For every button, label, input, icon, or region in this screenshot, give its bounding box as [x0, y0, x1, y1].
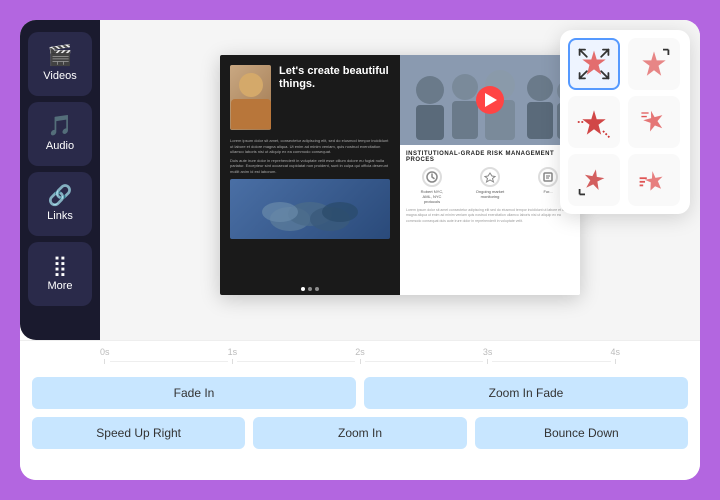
ruler-mark-0s: 0s — [100, 347, 110, 364]
ruler-label-4s: 4s — [611, 347, 621, 357]
timeline-area: 0s 1s 2s 3s — [20, 340, 700, 480]
ruler-numbers: 0s 1s 2s 3s — [100, 347, 620, 364]
sidebar-item-audio-label: Audio — [46, 140, 74, 152]
magazine-body2: Duis aute irure dolor in reprehenderit i… — [230, 158, 390, 175]
buttons-row-1: Fade In Zoom In Fade — [20, 369, 700, 417]
info-label-1: Robert NYC,AML, NYCprotocols — [421, 189, 444, 204]
links-icon: 🔗 — [48, 186, 73, 206]
info-item-1: Robert NYC,AML, NYCprotocols — [406, 167, 458, 204]
sticker-cell-3[interactable] — [568, 96, 620, 148]
person-photo — [230, 65, 271, 130]
sticker-cell-1[interactable] — [568, 38, 620, 90]
right-content: INSTITUTIONAL-GRADE RISK MANAGEMENT PROC… — [400, 145, 580, 230]
info-item-2: Ongoing marketmonitoring — [464, 167, 516, 204]
info-circle-1 — [422, 167, 442, 187]
videos-icon: 🎬 — [48, 46, 73, 66]
ruler-tick-0s — [104, 359, 105, 364]
ruler-label-3s: 3s — [483, 347, 493, 357]
sidebar-item-links[interactable]: 🔗 Links — [28, 172, 92, 236]
more-icon: ⣿ — [53, 256, 68, 276]
sidebar-item-links-label: Links — [47, 210, 73, 222]
hands-photo — [230, 179, 390, 239]
meeting-photo — [400, 55, 580, 145]
sticker-cell-5[interactable] — [568, 154, 620, 206]
main-container: 🎬 Videos 🎵 Audio 🔗 Links ⣿ More — [20, 20, 700, 480]
preview-area: Let's create beautiful things. Lorem ips… — [100, 20, 700, 340]
audio-icon: 🎵 — [48, 116, 73, 136]
ruler-tick-1s — [232, 359, 233, 364]
ruler-mark-3s: 3s — [483, 347, 493, 364]
right-page-title: INSTITUTIONAL-GRADE RISK MANAGEMENT PROC… — [406, 151, 574, 163]
ruler-tick-2s — [360, 359, 361, 364]
play-icon — [485, 93, 497, 107]
ruler-mark-2s: 2s — [355, 347, 365, 364]
fade-in-button[interactable]: Fade In — [32, 377, 356, 409]
info-label-3: For... — [543, 189, 552, 194]
info-label-2: Ongoing marketmonitoring — [476, 189, 504, 199]
bounce-down-button[interactable]: Bounce Down — [475, 417, 688, 449]
sticker-cell-4[interactable] — [628, 96, 680, 148]
info-circle-2 — [480, 167, 500, 187]
ruler-mark-4s: 4s — [611, 347, 621, 364]
page-right: INSTITUTIONAL-GRADE RISK MANAGEMENT PROC… — [400, 55, 580, 295]
page-dots — [301, 287, 319, 291]
right-body-text: Lorem ipsum dolor sit amet consectetur a… — [406, 208, 574, 224]
sticker-cell-6[interactable] — [628, 154, 680, 206]
sidebar-item-videos[interactable]: 🎬 Videos — [28, 32, 92, 96]
sidebar-item-more[interactable]: ⣿ More — [28, 242, 92, 306]
ruler-label-0s: 0s — [100, 347, 110, 357]
ruler-label-2s: 2s — [355, 347, 365, 357]
ruler-label-1s: 1s — [228, 347, 238, 357]
magazine-spread: Let's create beautiful things. Lorem ips… — [220, 55, 580, 295]
zoom-in-button[interactable]: Zoom In — [253, 417, 466, 449]
sticker-cell-2[interactable] — [628, 38, 680, 90]
sidebar-item-audio[interactable]: 🎵 Audio — [28, 102, 92, 166]
ruler-mark-1s: 1s — [228, 347, 238, 364]
ruler-tick-3s — [487, 359, 488, 364]
play-button[interactable] — [476, 86, 504, 114]
sidebar-item-more-label: More — [47, 280, 72, 292]
timeline-ruler: 0s 1s 2s 3s — [20, 341, 700, 369]
info-row: Robert NYC,AML, NYCprotocols Ongoing mar… — [406, 167, 574, 204]
ruler-tick-4s — [615, 359, 616, 364]
sidebar-item-videos-label: Videos — [43, 70, 76, 82]
speed-up-right-button[interactable]: Speed Up Right — [32, 417, 245, 449]
page-left: Let's create beautiful things. Lorem ips… — [220, 55, 400, 295]
sidebar: 🎬 Videos 🎵 Audio 🔗 Links ⣿ More — [20, 20, 100, 340]
buttons-row-2: Speed Up Right Zoom In Bounce Down — [20, 417, 700, 457]
info-circle-3 — [538, 167, 558, 187]
magazine-headline: Let's create beautiful things. — [279, 65, 390, 91]
content-area: 🎬 Videos 🎵 Audio 🔗 Links ⣿ More — [20, 20, 700, 340]
sticker-panel — [560, 30, 690, 214]
zoom-in-fade-button[interactable]: Zoom In Fade — [364, 377, 688, 409]
magazine-body: Lorem ipsum dolor sit amet, consectetur … — [230, 138, 390, 155]
